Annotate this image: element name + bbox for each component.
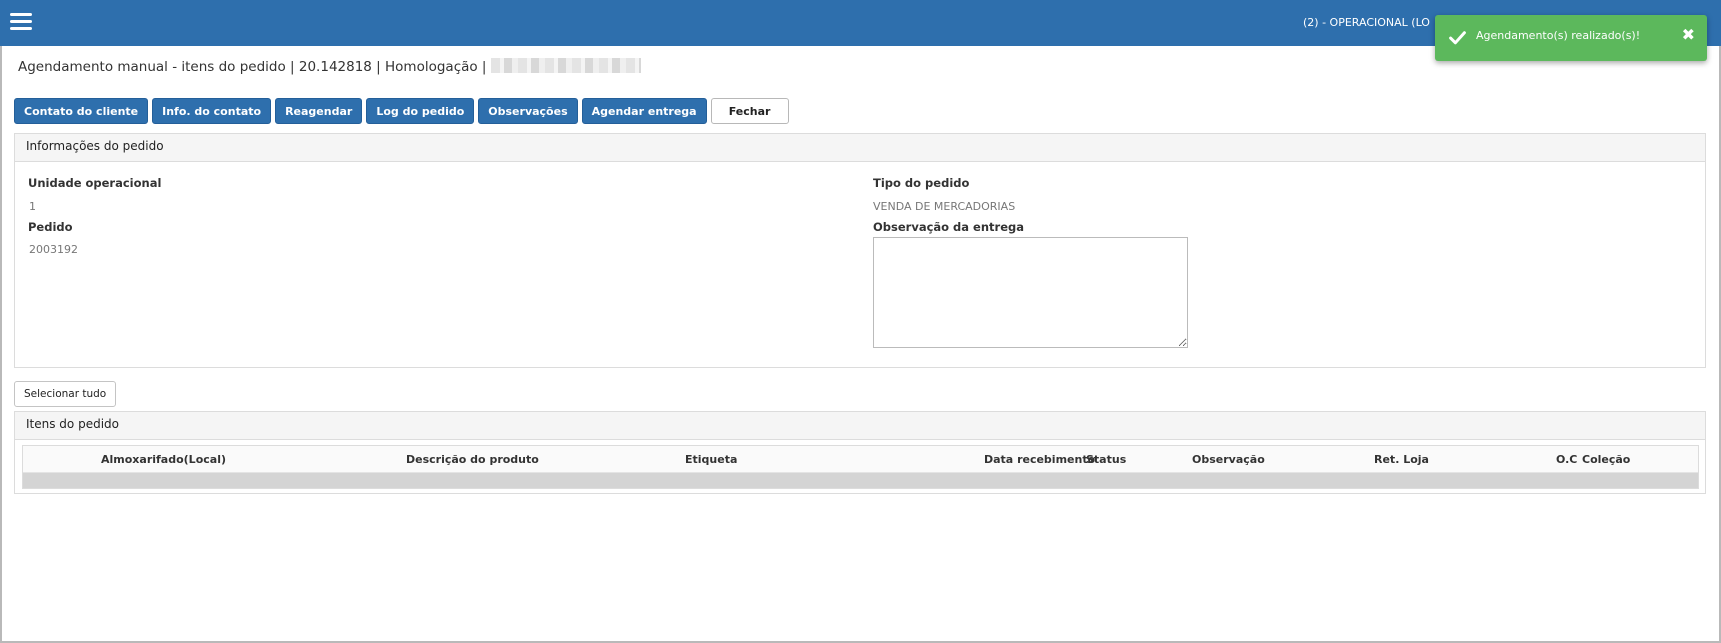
pedido-value: 2003192 (29, 243, 78, 256)
observacao-entrega-label: Observação da entrega (873, 220, 1025, 234)
table-empty-row (23, 473, 1698, 488)
observacao-entrega-textarea[interactable] (873, 237, 1188, 348)
reagendar-button[interactable]: Reagendar (275, 98, 363, 124)
column-header-oc[interactable]: O.C (1556, 453, 1577, 466)
page-title: Agendamento manual - itens do pedido | 2… (18, 58, 641, 75)
column-header-colecao[interactable]: Coleção (1582, 453, 1630, 466)
column-header-status[interactable]: Status (1086, 453, 1126, 466)
log-do-pedido-button[interactable]: Log do pedido (366, 98, 475, 124)
order-items-heading: Itens do pedido (15, 412, 1705, 440)
column-header-ret-loja[interactable]: Ret. Loja (1374, 453, 1429, 466)
table-header: Almoxarifado(Local) Descrição do produto… (23, 446, 1698, 473)
info-do-contato-button[interactable]: Info. do contato (152, 98, 272, 124)
order-items-panel: Itens do pedido Almoxarifado(Local) Desc… (14, 411, 1706, 494)
selecionar-tudo-button[interactable]: Selecionar tudo (14, 381, 117, 407)
column-header-almoxarifado[interactable]: Almoxarifado(Local) (101, 453, 226, 466)
toast-message: Agendamento(s) realizado(s)! (1476, 29, 1641, 42)
contato-do-cliente-button[interactable]: Contato do cliente (14, 98, 149, 124)
redacted-text (490, 58, 641, 73)
unidade-operacional-label: Unidade operacional (28, 176, 162, 190)
fechar-button[interactable]: Fechar (710, 98, 789, 124)
pedido-label: Pedido (28, 220, 73, 234)
close-icon[interactable]: ✖ (1682, 27, 1695, 43)
column-header-observacao[interactable]: Observação (1192, 453, 1265, 466)
items-table: Almoxarifado(Local) Descrição do produto… (22, 445, 1699, 489)
tipo-do-pedido-label: Tipo do pedido (873, 176, 970, 190)
order-info-panel: Informações do pedido Unidade operaciona… (14, 133, 1706, 368)
observacoes-button[interactable]: Observações (478, 98, 578, 124)
column-header-data-recebimento[interactable]: Data recebimento (984, 453, 1095, 466)
toolbar: Contato do cliente Info. do contato Reag… (14, 98, 789, 124)
environment-label[interactable]: (2) - OPERACIONAL (LO (1303, 16, 1430, 29)
success-toast: Agendamento(s) realizado(s)! ✖ (1435, 15, 1707, 61)
checkmark-icon (1449, 31, 1466, 45)
hamburger-menu-icon[interactable] (10, 13, 32, 30)
page-title-text: Agendamento manual - itens do pedido | 2… (18, 59, 487, 75)
tipo-do-pedido-value: VENDA DE MERCADORIAS (873, 200, 1016, 213)
column-header-etiqueta[interactable]: Etiqueta (685, 453, 737, 466)
order-info-heading: Informações do pedido (15, 134, 1705, 162)
unidade-operacional-value: 1 (29, 200, 36, 213)
column-header-descricao[interactable]: Descrição do produto (406, 453, 539, 466)
agendar-entrega-button[interactable]: Agendar entrega (581, 98, 707, 124)
